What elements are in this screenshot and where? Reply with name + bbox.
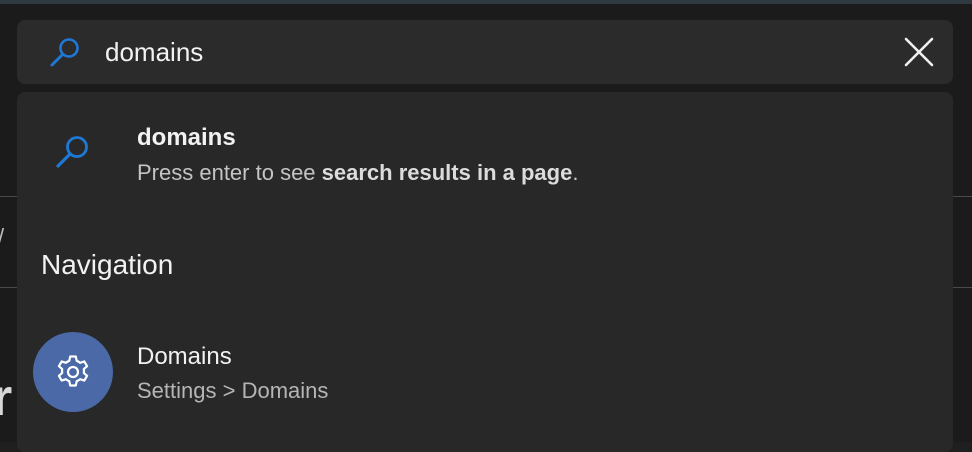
gear-icon [57,355,89,387]
nav-item-path: Settings > Domains [137,378,329,403]
search-input[interactable] [105,34,865,70]
close-icon[interactable] [901,34,937,70]
navigation-heading: Navigation [41,249,174,280]
search-icon [50,38,79,67]
nav-item-avatar [33,332,113,412]
suggestion-query: domains [137,124,236,151]
suggestion-hint-suffix: . [572,160,579,185]
background-partial-heading: r [0,369,13,427]
suggestion-hint-bold: search results in a page [321,160,573,185]
background-partial-glyph: / [0,226,4,248]
search-icon [56,136,88,168]
search-bar [17,20,953,84]
search-suggestions-dropdown: domains Press enter to see search result… [17,92,953,452]
nav-item-title: Domains [137,343,232,370]
nav-item-domains[interactable]: Domains Settings > Domains [17,328,953,418]
suggestion-hint-prefix: Press enter to see [137,160,322,185]
search-suggestion-item[interactable]: domains Press enter to see search result… [17,114,953,194]
suggestion-hint: Press enter to see search results in a p… [137,160,578,186]
